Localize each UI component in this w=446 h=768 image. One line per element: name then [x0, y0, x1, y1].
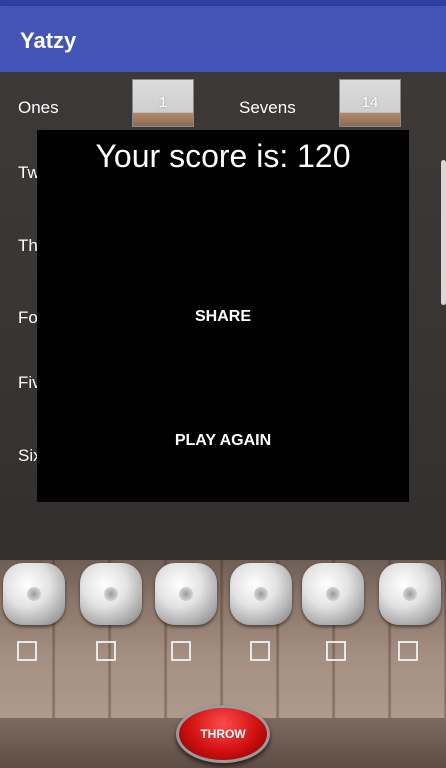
hold-checkbox-4[interactable]: [250, 641, 270, 661]
throw-button[interactable]: THROW: [176, 705, 270, 763]
category-label-ones: Ones: [18, 98, 59, 117]
app-bar: Yatzy: [0, 6, 446, 72]
hold-checkbox-6[interactable]: [398, 641, 418, 661]
score-box-sevens[interactable]: 14: [339, 79, 401, 127]
die-1[interactable]: [3, 563, 65, 625]
category-label-sevens: Sevens: [239, 98, 296, 117]
die-4[interactable]: [230, 563, 292, 625]
hold-checkbox-3[interactable]: [171, 641, 191, 661]
hold-checkbox-1[interactable]: [17, 641, 37, 661]
hold-checkbox-2[interactable]: [96, 641, 116, 661]
category-label-fours: Fo: [18, 308, 38, 327]
die-2[interactable]: [80, 563, 142, 625]
app-title: Yatzy: [20, 28, 77, 53]
play-again-button[interactable]: PLAY AGAIN: [37, 432, 409, 450]
scrollbar[interactable]: [441, 160, 446, 305]
share-button[interactable]: SHARE: [37, 308, 409, 326]
score-value-sevens: 14: [361, 94, 379, 111]
hold-checkbox-5[interactable]: [326, 641, 346, 661]
die-3[interactable]: [155, 563, 217, 625]
game-over-dialog: Your score is: 120 SHARE PLAY AGAIN: [37, 130, 409, 502]
score-box-ones[interactable]: 1: [132, 79, 194, 127]
throw-button-label: THROW: [200, 727, 246, 741]
die-5[interactable]: [302, 563, 364, 625]
final-score-message: Your score is: 120: [95, 138, 351, 174]
category-label-threes: Th: [18, 236, 38, 255]
score-value-ones: 1: [158, 94, 168, 111]
die-6[interactable]: [379, 563, 441, 625]
